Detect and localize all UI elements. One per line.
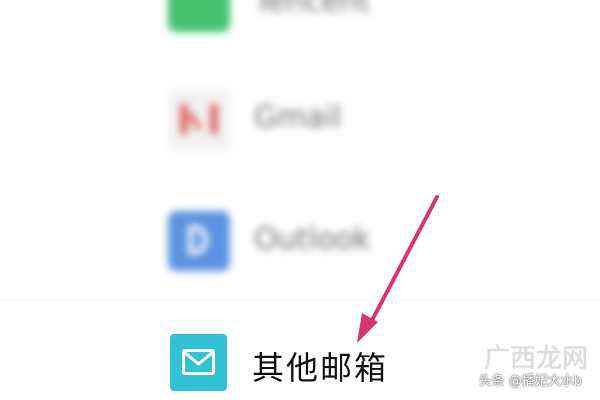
watermark: 广西龙网 头条 @播妃大水b: [422, 334, 592, 394]
watermark-credit: 头条 @播妃大水b: [478, 374, 582, 389]
